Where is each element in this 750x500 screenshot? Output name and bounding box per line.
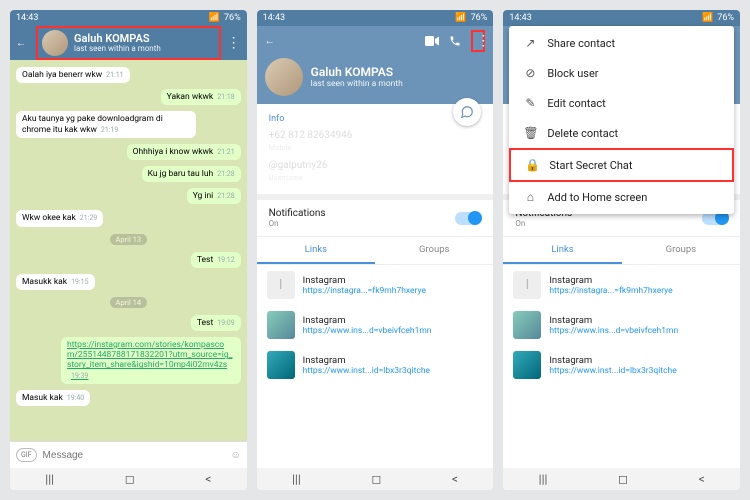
- profile-header: ← ⋮ Galuh KOMPAS last seen within a mont…: [257, 26, 494, 104]
- back-icon[interactable]: ←: [16, 38, 30, 49]
- media-tabs: Links Groups: [257, 237, 494, 265]
- message-input[interactable]: [43, 450, 225, 461]
- more-icon[interactable]: ⋮: [471, 30, 485, 52]
- message-in[interactable]: Oalah iya benerr wkw21:11: [16, 67, 130, 83]
- tab-links[interactable]: Links: [257, 237, 375, 264]
- home-plus-icon: ⌂: [523, 190, 537, 204]
- avatar[interactable]: [265, 58, 303, 96]
- avatar[interactable]: [42, 30, 68, 56]
- chat-body[interactable]: Oalah iya benerr wkw21:11 Yakan wkwk21:18…: [10, 60, 247, 441]
- recent-apps-icon[interactable]: |||: [45, 472, 54, 486]
- context-menu: ↗ Share contact ⊘ Block user ✎ Edit cont…: [509, 26, 734, 214]
- home-icon[interactable]: ◻: [125, 472, 135, 486]
- link-thumbnail: I: [267, 271, 295, 299]
- link-item[interactable]: Instagramhttps://www.inst...id=lbx3r3qit…: [257, 345, 494, 385]
- chat-screen: 14:43 📶76% ← Galuh KOMPAS last seen with…: [10, 10, 247, 490]
- message-out[interactable]: Yg ini21:28: [187, 188, 241, 204]
- message-input-row: GIF ☺: [10, 441, 247, 468]
- message-in[interactable]: Masukk kak19:15: [16, 274, 95, 290]
- status-bar: 14:43 📶76%: [503, 10, 740, 26]
- profile-screen: 14:43 📶76% ← ⋮ Galuh KOMPAS last seen wi…: [257, 10, 494, 490]
- share-icon: ↗: [523, 36, 537, 50]
- notifications-toggle[interactable]: [455, 212, 481, 225]
- menu-start-secret-chat[interactable]: 🔒 Start Secret Chat: [509, 148, 734, 182]
- link-thumbnail: [267, 311, 295, 339]
- message-out[interactable]: Yakan wkwk21:18: [161, 89, 241, 105]
- status-bar: 14:43 📶76%: [257, 10, 494, 26]
- tab-groups[interactable]: Groups: [375, 237, 493, 264]
- link-thumbnail: [513, 311, 541, 339]
- username[interactable]: @galputriy26: [269, 160, 482, 171]
- android-navbar: |||◻<: [257, 468, 494, 490]
- pencil-icon: ✎: [523, 96, 537, 110]
- link-thumbnail: [513, 351, 541, 379]
- menu-block-user[interactable]: ⊘ Block user: [509, 58, 734, 88]
- notifications-row[interactable]: Notifications On: [257, 194, 494, 237]
- tab-groups[interactable]: Groups: [622, 237, 740, 264]
- more-icon[interactable]: ⋮: [227, 36, 241, 50]
- link-item[interactable]: IInstagramhttps://instagra...=fk9mh7hxer…: [257, 265, 494, 305]
- message-in[interactable]: Aku taunya yg pake downloadgram di chrom…: [16, 111, 196, 137]
- gif-button[interactable]: GIF: [16, 448, 37, 462]
- message-out[interactable]: Test19:12: [191, 252, 241, 268]
- link-item[interactable]: Instagramhttps://www.ins...d=vbeivfceh1m…: [257, 305, 494, 345]
- message-in[interactable]: Masuk kak19:40: [16, 390, 90, 406]
- clock: 14:43: [263, 13, 285, 23]
- trash-icon: 🗑: [523, 126, 537, 140]
- message-in[interactable]: Wkw okee kak21:29: [16, 210, 103, 226]
- link-item[interactable]: Instagramhttps://www.ins...d=vbeivfceh1m…: [503, 305, 740, 345]
- link-thumbnail: I: [513, 271, 541, 299]
- lock-icon: 🔒: [525, 158, 539, 172]
- chat-title-area[interactable]: Galuh KOMPAS last seen within a month: [74, 33, 215, 54]
- info-section: Info +62 812 82634946 Mobile @galputriy2…: [257, 104, 494, 194]
- last-seen: last seen within a month: [311, 79, 403, 89]
- status-icons: 📶76%: [209, 13, 241, 23]
- link-item[interactable]: Instagramhttps://www.inst...id=lbx3r3qit…: [503, 345, 740, 385]
- info-label: Info: [269, 114, 482, 124]
- menu-share-contact[interactable]: ↗ Share contact: [509, 28, 734, 58]
- video-call-icon[interactable]: [425, 36, 439, 46]
- contact-name: Galuh KOMPAS: [311, 65, 403, 79]
- android-navbar: ||| ◻ <: [10, 468, 247, 490]
- message-out[interactable]: Test19:09: [191, 315, 241, 331]
- last-seen: last seen within a month: [74, 45, 215, 54]
- voice-call-icon[interactable]: [449, 35, 461, 47]
- status-bar: 14:43 📶76%: [10, 10, 247, 26]
- back-nav-icon[interactable]: <: [205, 472, 211, 486]
- back-icon[interactable]: ←: [265, 36, 275, 47]
- emoji-icon[interactable]: ☺: [230, 450, 240, 461]
- menu-edit-contact[interactable]: ✎ Edit contact: [509, 88, 734, 118]
- clock: 14:43: [16, 13, 38, 23]
- message-out[interactable]: Ohhhiya i know wkwk21:21: [127, 144, 241, 160]
- chat-header: ← Galuh KOMPAS last seen within a month …: [10, 26, 247, 60]
- block-icon: ⊘: [523, 66, 537, 80]
- message-out[interactable]: https://instagram.com/stories/kompascom/…: [61, 337, 241, 384]
- menu-add-home-screen[interactable]: ⌂ Add to Home screen: [509, 182, 734, 212]
- message-out[interactable]: Ku jg baru tau luh21:28: [142, 166, 241, 182]
- phone-number[interactable]: +62 812 82634946: [269, 130, 482, 141]
- link-thumbnail: [267, 351, 295, 379]
- profile-menu-screen: 14:43 📶76% ←⋮ Galuh KOMPAS last seen wit…: [503, 10, 740, 490]
- tab-links[interactable]: Links: [503, 237, 621, 264]
- link-item[interactable]: IInstagramhttps://instagra...=fk9mh7hxer…: [503, 265, 740, 305]
- menu-delete-contact[interactable]: 🗑 Delete contact: [509, 118, 734, 148]
- contact-name: Galuh KOMPAS: [74, 33, 215, 45]
